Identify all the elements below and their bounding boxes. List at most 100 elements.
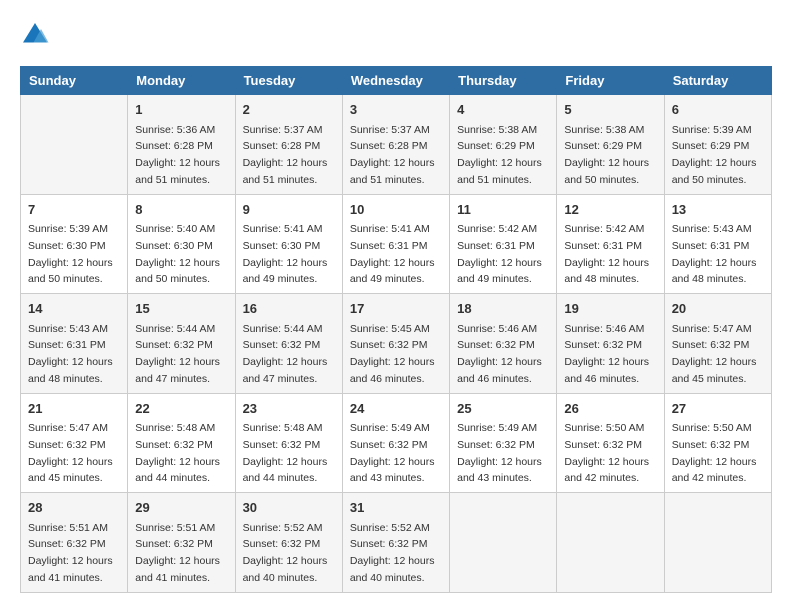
day-info: Sunrise: 5:38 AMSunset: 6:29 PMDaylight:… — [457, 124, 542, 186]
day-info: Sunrise: 5:44 AMSunset: 6:32 PMDaylight:… — [135, 323, 220, 385]
weekday-header-row: SundayMondayTuesdayWednesdayThursdayFrid… — [21, 67, 772, 95]
day-info: Sunrise: 5:40 AMSunset: 6:30 PMDaylight:… — [135, 223, 220, 285]
day-number: 25 — [457, 399, 549, 419]
day-info: Sunrise: 5:41 AMSunset: 6:31 PMDaylight:… — [350, 223, 435, 285]
weekday-header: Monday — [128, 67, 235, 95]
calendar-cell: 31 Sunrise: 5:52 AMSunset: 6:32 PMDaylig… — [342, 493, 449, 593]
day-number: 6 — [672, 100, 764, 120]
day-info: Sunrise: 5:52 AMSunset: 6:32 PMDaylight:… — [243, 522, 328, 584]
calendar-week-row: 14 Sunrise: 5:43 AMSunset: 6:31 PMDaylig… — [21, 294, 772, 394]
day-info: Sunrise: 5:49 AMSunset: 6:32 PMDaylight:… — [457, 422, 542, 484]
calendar-cell: 28 Sunrise: 5:51 AMSunset: 6:32 PMDaylig… — [21, 493, 128, 593]
calendar-cell: 3 Sunrise: 5:37 AMSunset: 6:28 PMDayligh… — [342, 95, 449, 195]
calendar-cell: 25 Sunrise: 5:49 AMSunset: 6:32 PMDaylig… — [450, 393, 557, 493]
day-info: Sunrise: 5:43 AMSunset: 6:31 PMDaylight:… — [28, 323, 113, 385]
day-number: 16 — [243, 299, 335, 319]
day-info: Sunrise: 5:38 AMSunset: 6:29 PMDaylight:… — [564, 124, 649, 186]
calendar-cell — [557, 493, 664, 593]
calendar-cell — [664, 493, 771, 593]
day-number: 24 — [350, 399, 442, 419]
calendar-cell: 15 Sunrise: 5:44 AMSunset: 6:32 PMDaylig… — [128, 294, 235, 394]
calendar-cell — [21, 95, 128, 195]
calendar-cell: 21 Sunrise: 5:47 AMSunset: 6:32 PMDaylig… — [21, 393, 128, 493]
calendar-cell: 9 Sunrise: 5:41 AMSunset: 6:30 PMDayligh… — [235, 194, 342, 294]
calendar-cell: 6 Sunrise: 5:39 AMSunset: 6:29 PMDayligh… — [664, 95, 771, 195]
calendar-cell: 2 Sunrise: 5:37 AMSunset: 6:28 PMDayligh… — [235, 95, 342, 195]
day-number: 7 — [28, 200, 120, 220]
calendar-week-row: 7 Sunrise: 5:39 AMSunset: 6:30 PMDayligh… — [21, 194, 772, 294]
day-number: 27 — [672, 399, 764, 419]
calendar-cell: 16 Sunrise: 5:44 AMSunset: 6:32 PMDaylig… — [235, 294, 342, 394]
day-info: Sunrise: 5:39 AMSunset: 6:29 PMDaylight:… — [672, 124, 757, 186]
day-number: 10 — [350, 200, 442, 220]
day-info: Sunrise: 5:42 AMSunset: 6:31 PMDaylight:… — [457, 223, 542, 285]
day-number: 3 — [350, 100, 442, 120]
day-info: Sunrise: 5:48 AMSunset: 6:32 PMDaylight:… — [135, 422, 220, 484]
calendar-cell: 26 Sunrise: 5:50 AMSunset: 6:32 PMDaylig… — [557, 393, 664, 493]
page-header — [20, 20, 772, 50]
logo-icon — [20, 20, 50, 50]
day-info: Sunrise: 5:46 AMSunset: 6:32 PMDaylight:… — [457, 323, 542, 385]
day-number: 30 — [243, 498, 335, 518]
calendar-cell: 14 Sunrise: 5:43 AMSunset: 6:31 PMDaylig… — [21, 294, 128, 394]
day-number: 15 — [135, 299, 227, 319]
calendar-cell: 20 Sunrise: 5:47 AMSunset: 6:32 PMDaylig… — [664, 294, 771, 394]
day-number: 13 — [672, 200, 764, 220]
day-number: 18 — [457, 299, 549, 319]
weekday-header: Friday — [557, 67, 664, 95]
day-info: Sunrise: 5:51 AMSunset: 6:32 PMDaylight:… — [28, 522, 113, 584]
day-number: 9 — [243, 200, 335, 220]
day-info: Sunrise: 5:37 AMSunset: 6:28 PMDaylight:… — [243, 124, 328, 186]
calendar-cell: 13 Sunrise: 5:43 AMSunset: 6:31 PMDaylig… — [664, 194, 771, 294]
logo — [20, 20, 54, 50]
calendar-table: SundayMondayTuesdayWednesdayThursdayFrid… — [20, 66, 772, 593]
calendar-week-row: 28 Sunrise: 5:51 AMSunset: 6:32 PMDaylig… — [21, 493, 772, 593]
day-number: 12 — [564, 200, 656, 220]
day-number: 20 — [672, 299, 764, 319]
day-number: 29 — [135, 498, 227, 518]
weekday-header: Tuesday — [235, 67, 342, 95]
calendar-cell: 18 Sunrise: 5:46 AMSunset: 6:32 PMDaylig… — [450, 294, 557, 394]
day-number: 1 — [135, 100, 227, 120]
day-info: Sunrise: 5:52 AMSunset: 6:32 PMDaylight:… — [350, 522, 435, 584]
day-info: Sunrise: 5:44 AMSunset: 6:32 PMDaylight:… — [243, 323, 328, 385]
day-number: 4 — [457, 100, 549, 120]
day-info: Sunrise: 5:50 AMSunset: 6:32 PMDaylight:… — [672, 422, 757, 484]
day-info: Sunrise: 5:42 AMSunset: 6:31 PMDaylight:… — [564, 223, 649, 285]
calendar-cell: 29 Sunrise: 5:51 AMSunset: 6:32 PMDaylig… — [128, 493, 235, 593]
day-info: Sunrise: 5:47 AMSunset: 6:32 PMDaylight:… — [28, 422, 113, 484]
calendar-cell: 22 Sunrise: 5:48 AMSunset: 6:32 PMDaylig… — [128, 393, 235, 493]
calendar-cell: 1 Sunrise: 5:36 AMSunset: 6:28 PMDayligh… — [128, 95, 235, 195]
day-number: 17 — [350, 299, 442, 319]
weekday-header: Wednesday — [342, 67, 449, 95]
calendar-cell: 4 Sunrise: 5:38 AMSunset: 6:29 PMDayligh… — [450, 95, 557, 195]
calendar-cell: 11 Sunrise: 5:42 AMSunset: 6:31 PMDaylig… — [450, 194, 557, 294]
calendar-cell: 27 Sunrise: 5:50 AMSunset: 6:32 PMDaylig… — [664, 393, 771, 493]
calendar-week-row: 21 Sunrise: 5:47 AMSunset: 6:32 PMDaylig… — [21, 393, 772, 493]
calendar-cell: 8 Sunrise: 5:40 AMSunset: 6:30 PMDayligh… — [128, 194, 235, 294]
calendar-cell: 7 Sunrise: 5:39 AMSunset: 6:30 PMDayligh… — [21, 194, 128, 294]
calendar-cell: 30 Sunrise: 5:52 AMSunset: 6:32 PMDaylig… — [235, 493, 342, 593]
day-number: 14 — [28, 299, 120, 319]
day-info: Sunrise: 5:47 AMSunset: 6:32 PMDaylight:… — [672, 323, 757, 385]
calendar-cell: 10 Sunrise: 5:41 AMSunset: 6:31 PMDaylig… — [342, 194, 449, 294]
day-info: Sunrise: 5:43 AMSunset: 6:31 PMDaylight:… — [672, 223, 757, 285]
calendar-cell: 24 Sunrise: 5:49 AMSunset: 6:32 PMDaylig… — [342, 393, 449, 493]
day-info: Sunrise: 5:36 AMSunset: 6:28 PMDaylight:… — [135, 124, 220, 186]
day-number: 21 — [28, 399, 120, 419]
day-number: 31 — [350, 498, 442, 518]
day-number: 26 — [564, 399, 656, 419]
calendar-cell: 5 Sunrise: 5:38 AMSunset: 6:29 PMDayligh… — [557, 95, 664, 195]
calendar-week-row: 1 Sunrise: 5:36 AMSunset: 6:28 PMDayligh… — [21, 95, 772, 195]
day-number: 2 — [243, 100, 335, 120]
day-number: 28 — [28, 498, 120, 518]
day-info: Sunrise: 5:50 AMSunset: 6:32 PMDaylight:… — [564, 422, 649, 484]
calendar-cell: 19 Sunrise: 5:46 AMSunset: 6:32 PMDaylig… — [557, 294, 664, 394]
day-number: 8 — [135, 200, 227, 220]
day-info: Sunrise: 5:41 AMSunset: 6:30 PMDaylight:… — [243, 223, 328, 285]
day-info: Sunrise: 5:49 AMSunset: 6:32 PMDaylight:… — [350, 422, 435, 484]
weekday-header: Saturday — [664, 67, 771, 95]
day-number: 22 — [135, 399, 227, 419]
calendar-cell: 12 Sunrise: 5:42 AMSunset: 6:31 PMDaylig… — [557, 194, 664, 294]
day-info: Sunrise: 5:37 AMSunset: 6:28 PMDaylight:… — [350, 124, 435, 186]
